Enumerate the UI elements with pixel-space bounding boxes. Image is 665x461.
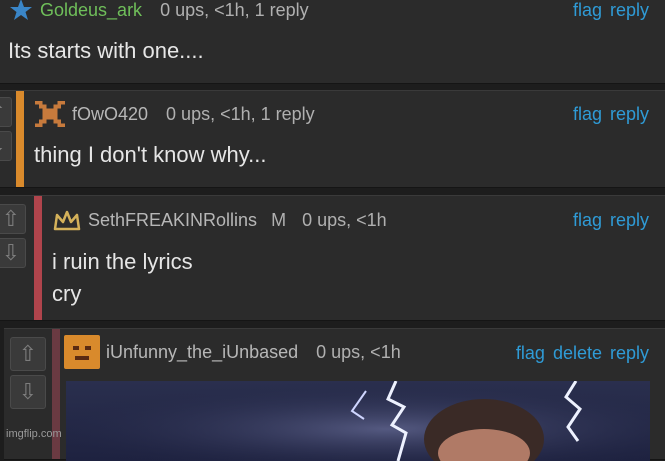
comment-1-text: Its starts with one....	[8, 35, 204, 67]
comment-1-header: Goldeus_ark 0 ups, <1h, 1 reply	[8, 0, 309, 23]
comment-2-text: thing I don't know why...	[34, 139, 266, 171]
comment-2: ⇧ ⇩ fOwO420 0 ups, <1h, 1 reply flag rep…	[0, 90, 665, 188]
robot-avatar-icon	[64, 335, 100, 369]
comment-3-header: SethFREAKINRollins M 0 ups, <1h	[52, 207, 387, 233]
comment-3-text-line: i ruin the lyrics	[52, 249, 193, 274]
comment-1-username[interactable]: Goldeus_ark	[40, 0, 142, 21]
comment-3-meta: 0 ups, <1h	[302, 209, 387, 230]
reply-link[interactable]: reply	[610, 0, 649, 21]
up-arrow-icon: ⇧	[18, 341, 38, 366]
downvote-button[interactable]: ⇩	[0, 131, 12, 161]
comment-3-username[interactable]: SethFREAKINRollins	[88, 210, 257, 231]
comment-2-votes: ⇧ ⇩	[0, 97, 12, 161]
down-arrow-icon: ⇩	[1, 240, 21, 265]
delete-link[interactable]: delete	[553, 343, 602, 364]
down-arrow-icon: ⇩	[18, 379, 38, 404]
star-icon	[8, 0, 34, 23]
comment-2-header: fOwO420 0 ups, <1h, 1 reply	[34, 101, 315, 127]
comment-1-actions: flag reply	[573, 0, 649, 21]
flag-link[interactable]: flag	[516, 343, 545, 364]
crown-icon	[52, 207, 82, 233]
comment-2-text-line: thing I don't know why...	[34, 142, 267, 167]
upvote-button[interactable]: ⇧	[0, 97, 12, 127]
up-arrow-icon: ⇧	[1, 206, 21, 231]
upvote-button[interactable]: ⇧	[10, 337, 46, 371]
comment-2-meta: 0 ups, <1h, 1 reply	[166, 103, 315, 124]
comment-3: ⇧ ⇩ SethFREAKINRollins M 0 ups, <1h flag…	[0, 195, 665, 321]
comment-4-actions: flag delete reply	[516, 343, 649, 364]
down-arrow-icon: ⇩	[0, 135, 6, 157]
comment-3-actions: flag reply	[573, 210, 649, 231]
reply-link[interactable]: reply	[610, 210, 649, 231]
comment-1-text-line: Its starts with one....	[8, 38, 204, 63]
downvote-button[interactable]: ⇩	[10, 375, 46, 409]
pixel-avatar-icon	[34, 101, 66, 127]
comment-2-username[interactable]: fOwO420	[72, 104, 148, 125]
imgflip-watermark: imgflip.com	[6, 428, 62, 440]
comment-1: Goldeus_ark 0 ups, <1h, 1 reply flag rep…	[0, 0, 665, 84]
comment-3-text: i ruin the lyrics cry	[52, 246, 193, 310]
up-arrow-icon: ⇧	[0, 101, 6, 123]
reply-link[interactable]: reply	[610, 343, 649, 364]
comment-4-image[interactable]	[66, 381, 650, 461]
comment-2-thread-bar	[16, 91, 24, 187]
upvote-button[interactable]: ⇧	[0, 204, 26, 234]
downvote-button[interactable]: ⇩	[0, 238, 26, 268]
comment-4-header: iUnfunny_the_iUnbased 0 ups, <1h	[64, 335, 401, 369]
comment-4-votes: ⇧ ⇩	[10, 337, 46, 409]
comment-4-meta: 0 ups, <1h	[316, 341, 401, 362]
comment-3-text-line: cry	[52, 281, 82, 306]
mod-badge: M	[271, 209, 287, 230]
flag-link[interactable]: flag	[573, 210, 602, 231]
flag-link[interactable]: flag	[573, 104, 602, 125]
reply-link[interactable]: reply	[610, 104, 649, 125]
comment-1-meta: 0 ups, <1h, 1 reply	[160, 0, 309, 20]
comment-3-thread-bar	[34, 196, 42, 320]
comment-3-votes: ⇧ ⇩	[0, 204, 26, 268]
comment-2-actions: flag reply	[573, 104, 649, 125]
flag-link[interactable]: flag	[573, 0, 602, 21]
comment-4: ⇧ ⇩ iUnfunny_the_iUnbased 0 ups, <1h fla…	[4, 328, 665, 461]
comment-4-username[interactable]: iUnfunny_the_iUnbased	[106, 342, 298, 363]
